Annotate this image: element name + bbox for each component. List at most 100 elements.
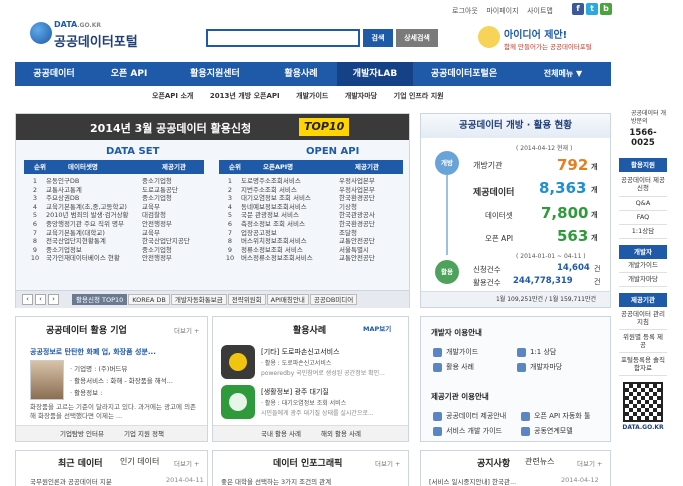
mypage-link[interactable]: 마이페이지 [486,7,518,15]
name-cell[interactable]: 버스정류소정보조회서비스 [241,254,339,263]
logout-link[interactable]: 로그아웃 [452,7,478,15]
search-input[interactable] [206,29,360,47]
name-cell[interactable]: 주요상권DB [46,194,142,203]
table-row[interactable]: 4 교육기본통계(초,중,고등학교) 교육부 [24,203,204,212]
sidebar-item-request[interactable]: 공공데이터 제공신청 [619,172,667,197]
subnav-item-intro[interactable]: 오픈API 소개 [152,92,193,100]
provider-item-info[interactable]: 공공데이터 제공안내 [433,411,506,421]
name-cell[interactable]: 도로명주소조회서비스 [241,177,339,186]
name-cell[interactable]: 중소기업정보 [46,246,142,255]
name-cell[interactable]: 지번주소조회 서비스 [241,186,339,195]
subnav-item-2013[interactable]: 2013년 개방 오픈API [210,92,280,100]
logo-name[interactable]: 공공데이터포털 [54,31,138,50]
tab-top10[interactable]: 활용신청 TOP10 [72,294,128,305]
subnav-item-guide[interactable]: 개발가이드 [296,92,328,100]
subnav-item-infra[interactable]: 기업 인프라 지원 [394,92,444,100]
notice-more-link[interactable]: 더보기 + [577,458,602,468]
name-cell[interactable]: 중앙행정기관 주요 직위 명부 [46,220,142,229]
table-row[interactable]: 3 주요상권DB 중소기업청 [24,194,204,203]
nav-item-public-data[interactable]: 공공데이터 [15,62,93,86]
table-row[interactable]: 6 측정소정보 조회 서비스 한국환경공단 [219,220,403,229]
provider-item-model[interactable]: 공동연계모델 [521,426,573,436]
company-policy-link[interactable]: 기업 지원 정책 [124,426,164,442]
sidebar-item-faq[interactable]: FAQ [619,211,667,225]
recent-item[interactable]: 국무원인론과 공공데이터 지분 [30,476,112,486]
sidebar-item-devyard[interactable]: 개발자마당 [619,273,667,287]
name-cell[interactable]: 교통사고통계 [46,186,142,195]
sidebar-group-dev[interactable]: 개발자 [619,245,667,259]
table-row[interactable]: 2 지번주소조회 서비스 우정사업본부 [219,186,403,195]
phone-number[interactable]: 1566-0025 [619,128,667,148]
case-app-icon-road[interactable] [221,345,255,379]
subnav-item-devyard[interactable]: 개발자마당 [345,92,377,100]
prev-arrow-icon[interactable]: ‹ [35,294,46,305]
table-row[interactable]: 7 업장공고정보 조달청 [219,229,403,238]
dev-item-guide[interactable]: 개발가이드 [433,347,478,357]
table-row[interactable]: 7 교육기본통계(대학교) 교육부 [24,229,204,238]
name-cell[interactable]: 업장공고정보 [241,229,339,238]
detail-search-button[interactable]: 상세검색 [396,29,438,47]
sidebar-item-register[interactable]: 위원별 등록 제공 [619,330,667,353]
domestic-cases-link[interactable]: 국내 활용 사례 [261,426,301,442]
sidebar-item-consult[interactable]: 1:1상담 [619,225,667,239]
name-cell[interactable]: 동네예보정보조회서비스 [241,203,339,212]
case-app-icon-air[interactable] [221,385,255,419]
infographic-item[interactable]: 좋은 대학을 선택하는 3가지 조건의 관계 [221,476,331,486]
name-cell[interactable]: 대기오염정보 조회 서비스 [241,194,339,203]
search-button[interactable]: 검색 [363,29,393,47]
table-row[interactable]: 9 중소기업정보 중소기업청 [24,246,204,255]
table-row[interactable]: 1 유동인구DB 중소기업청 [24,177,204,186]
recent-more-link[interactable]: 더보기 + [174,458,199,468]
name-cell[interactable]: 국문 관광정보 서비스 [241,211,339,220]
sidebar-group-provider[interactable]: 제공기관 [619,293,667,307]
name-cell[interactable]: 2010년 범죄의 발생·검거상황 [46,211,142,220]
facebook-icon[interactable]: f [572,3,584,15]
notice-item[interactable]: [서비스 일시중지안내] 한국관... [429,476,516,486]
infographic-more-link[interactable]: 더보기 + [375,458,400,468]
popular-data-tab[interactable]: 인기 데이터 [120,456,159,467]
table-row[interactable]: 2 교통사고통계 도로교통공단 [24,186,204,195]
idea-banner[interactable]: 아이디어 제안! 함께 만들어가는 공공데이터포털 [478,24,608,54]
table-row[interactable]: 1 도로명주소조회서비스 우정사업본부 [219,177,403,186]
company-more-link[interactable]: 더보기 + [174,325,199,335]
nav-item-devlab[interactable]: 개발자LAB [337,62,413,86]
table-row[interactable]: 9 정류소정보조회 서비스 서울특별시 [219,246,403,255]
nav-item-open-api[interactable]: 오픈 API [93,62,165,86]
sitemap-link[interactable]: 사이트맵 [527,7,553,15]
tab-korea-db[interactable]: KOREA DB [128,294,170,305]
dev-item-consult[interactable]: 1:1 상담 [517,347,556,357]
all-menu-button[interactable]: 전체메뉴 ▼ [515,62,611,86]
table-row[interactable]: 8 버스위치정보조회서비스 교통안전공단 [219,237,403,246]
dev-item-devyard[interactable]: 개발자마당 [517,362,562,372]
blog-icon[interactable]: b [600,3,612,15]
provider-item-devguide[interactable]: 서비스 개발 가이드 [433,426,502,436]
tab-media[interactable]: 공공DB미디어 [309,294,358,305]
company-headline[interactable]: 공공정보로 탄탄한 화폐 업, 화장품 성분... [30,347,156,357]
table-row[interactable]: 8 전국산업단지현황통계 한국산업단지공단 [24,237,204,246]
table-row[interactable]: 4 동네예보정보조회서비스 기상청 [219,203,403,212]
tab-strategy[interactable]: 전략위원회 [227,294,266,305]
related-news-tab[interactable]: 관련뉴스 [525,456,554,467]
name-cell[interactable]: 교육기본통계(초,중,고등학교) [46,203,142,212]
sidebar-group-support[interactable]: 활용지원 [619,158,667,172]
table-row[interactable]: 3 대기오염정보 조회 서비스 한국환경공단 [219,194,403,203]
nav-item-support[interactable]: 활용지원센터 [165,62,265,86]
tab-api-match[interactable]: API매칭안내 [266,294,309,305]
next-arrow-icon[interactable]: › [48,294,59,305]
table-row[interactable]: 10 국가인재데이터베이스 현황 안전행정부 [24,254,204,263]
notice-tab[interactable]: 공지사항 [477,456,510,469]
sidebar-item-qna[interactable]: Q&A [619,197,667,211]
name-cell[interactable]: 국가인재데이터베이스 현황 [46,254,142,263]
recent-data-tab[interactable]: 최근 데이터 [58,456,103,469]
table-row[interactable]: 10 버스정류소정보조회서비스 교통안전공단 [219,254,403,263]
sidebar-item-guideline[interactable]: 공공데이터 관리지침 [619,307,667,330]
provider-item-tool[interactable]: 오픈 API 자동화 툴 [521,411,590,421]
overseas-cases-link[interactable]: 해외 활용 사례 [321,426,361,442]
nav-item-cases[interactable]: 활용사례 [265,62,337,86]
name-cell[interactable]: 교육기본통계(대학교) [46,229,142,238]
sidebar-item-material[interactable]: 포털등록용 솔직함자료 [619,353,667,376]
name-cell[interactable]: 측정소정보 조회 서비스 [241,220,339,229]
table-row[interactable]: 6 중앙행정기관 주요 직위 명부 안전행정부 [24,220,204,229]
nav-item-about[interactable]: 공공데이터포털은 [413,62,515,86]
sidebar-item-devguide[interactable]: 개발가이드 [619,259,667,273]
